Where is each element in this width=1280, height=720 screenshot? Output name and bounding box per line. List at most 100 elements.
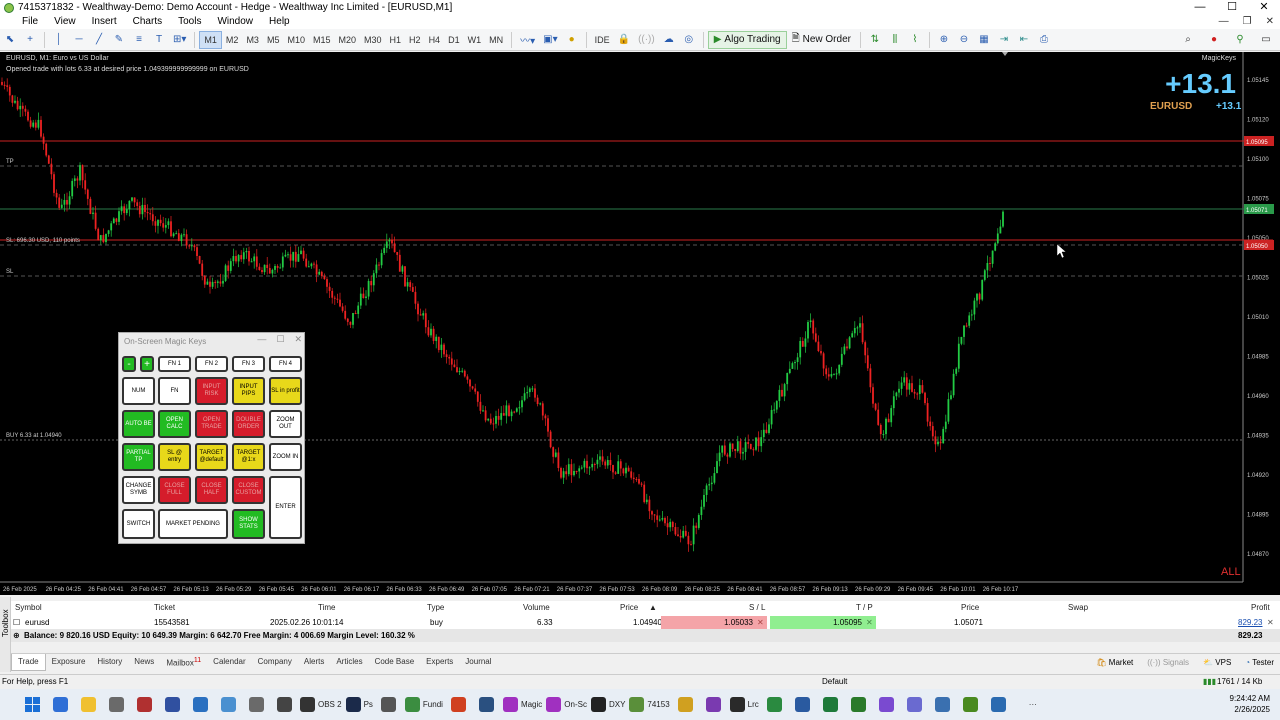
screenshot-icon[interactable]: ⎙ [1035,31,1053,49]
taskbar-app-13[interactable] [447,693,471,717]
taskbar-app-24[interactable] [819,693,843,717]
col-ticket[interactable]: Ticket [154,601,175,614]
key-auto-be[interactable]: AUTO BE [122,410,155,438]
maximize-button[interactable]: ☐ [1216,0,1248,15]
autoscroll-icon[interactable]: ⇥ [995,31,1013,49]
col-symbol[interactable]: Symbol [15,601,42,614]
tf-m1[interactable]: M1 [199,30,222,49]
menu-insert[interactable]: Insert [84,15,125,29]
tf-m30[interactable]: M30 [360,31,386,49]
lock-icon[interactable]: 🔒 [615,31,633,49]
key-open-calc[interactable]: OPEN CALC [158,410,191,438]
grid-icon[interactable]: ▦ [975,31,993,49]
col-price2[interactable]: Price [961,601,979,614]
tf-h4[interactable]: H4 [425,31,445,49]
depth-icon[interactable]: ⇅ [866,31,884,49]
magic-minimize-button[interactable]: — [257,334,266,345]
tab-exposure[interactable]: Exposure [46,654,92,670]
key-minus[interactable]: - [122,356,136,372]
start-button[interactable] [20,693,44,717]
taskbar-app-27[interactable] [903,693,927,717]
taskbar-app-6[interactable] [216,693,240,717]
taskbar-app-5[interactable] [188,693,212,717]
key-show-stats[interactable]: SHOW STATS [232,509,265,539]
tab-journal[interactable]: Journal [459,654,497,670]
col-profit[interactable]: Profit [1251,601,1270,614]
key-zoom-out[interactable]: ZOOM OUT [269,410,302,438]
taskbar-app-30[interactable] [987,693,1011,717]
tab-history[interactable]: History [91,654,128,670]
key-input-pips[interactable]: INPUT PIPS [232,377,265,405]
taskbar-app-25[interactable] [847,693,871,717]
magic-close-button[interactable]: ✕ [294,334,302,345]
key-market-pending[interactable]: MARKET PENDING [158,509,228,539]
toolbox-strip[interactable]: Toolbox [0,597,11,672]
tf-m10[interactable]: M10 [283,31,309,49]
key-plus[interactable]: + [140,356,154,372]
account-icon[interactable]: ⚲ [1231,31,1249,49]
taskbar-overflow-button[interactable]: ··· [1021,693,1045,717]
table-row[interactable]: ☐ eurusd 15543581 2025.02.26 10:01:14 bu… [11,616,1280,629]
taskbar-app-16[interactable]: On-Sc [546,693,587,717]
taskbar-app-17[interactable]: DXY [590,693,625,717]
notification-icon[interactable]: ● [1205,31,1223,49]
clock[interactable]: 9:24:42 AM 2/26/2025 [1230,693,1270,715]
draw-tools-icon[interactable]: ✎ [110,31,128,49]
tf-m20[interactable]: M20 [335,31,361,49]
key-close-half[interactable]: CLOSE HALF [195,476,228,504]
tf-w1[interactable]: W1 [464,31,486,49]
line-chart-icon[interactable]: ⌇ [906,31,924,49]
col-time[interactable]: Time [318,601,335,614]
trendline-icon[interactable]: ╱ [90,31,108,49]
horizontal-line-icon[interactable]: ─ [70,31,88,49]
key-fn3[interactable]: FN 3 [232,356,265,372]
key-double-order[interactable]: DOUBLE ORDER [232,410,265,438]
key-target-1x[interactable]: TARGET @1:x [232,443,265,471]
market-tab[interactable]: 🛍 Market [1096,658,1133,667]
magic-maximize-button[interactable]: ☐ [276,334,284,345]
all-label[interactable]: ALL [1221,566,1241,578]
tp-remove-icon[interactable]: ✕ [866,616,873,629]
zoom-out-icon[interactable]: ⊖ [955,31,973,49]
taskbar-app-15[interactable]: Magic [502,693,542,717]
tab-calendar[interactable]: Calendar [207,654,251,670]
close-position-icon[interactable]: ✕ [1267,616,1274,629]
mdi-restore-button[interactable]: ❐ [1243,15,1252,29]
crosshair-icon[interactable]: + [21,31,39,49]
menu-file[interactable]: File [0,15,46,29]
minimize-button[interactable]: — [1184,0,1216,15]
vertical-line-icon[interactable]: │ [50,31,68,49]
ide-button[interactable]: IDE [591,31,614,49]
cursor-icon[interactable]: ⬉ [1,31,19,49]
new-order-button[interactable]: 🗎 New Order [787,31,856,49]
search-icon[interactable]: ⌕ [1179,31,1197,49]
key-num[interactable]: NUM [122,377,155,405]
taskbar-app-10[interactable]: Ps [345,693,373,717]
coin-icon[interactable]: ● [563,31,581,49]
cloud-icon[interactable]: ☁ [660,31,678,49]
tf-h2[interactable]: H2 [405,31,425,49]
taskbar-app-1[interactable] [76,693,100,717]
signal-icon[interactable]: ((·)) [635,31,658,49]
col-swap[interactable]: Swap [1068,601,1088,614]
signals-tab[interactable]: ((·)) Signals [1147,658,1189,667]
tab-code-base[interactable]: Code Base [369,654,421,670]
col-price[interactable]: Price [620,601,638,614]
key-fn[interactable]: FN [158,377,191,405]
key-change-symb[interactable]: CHANGE SYMB [122,476,155,504]
col-tp[interactable]: T / P [856,601,873,614]
row-checkbox-icon[interactable]: ☐ [13,616,20,629]
key-fn4[interactable]: FN 4 [269,356,302,372]
chart-shift-icon[interactable]: ⇤ [1015,31,1033,49]
taskbar-app-3[interactable] [132,693,156,717]
zoom-in-icon[interactable]: ⊕ [935,31,953,49]
vps-tab[interactable]: ⛅ VPS [1203,658,1231,667]
taskbar-app-7[interactable] [244,693,268,717]
menu-window[interactable]: Window [209,15,261,29]
taskbar-app-9[interactable]: OBS 2 [300,693,342,717]
taskbar-app-2[interactable] [104,693,128,717]
key-sl-in-profit[interactable]: SL in profit [269,377,302,405]
candles-icon[interactable]: ⫼ [886,31,904,49]
tf-h1[interactable]: H1 [386,31,406,49]
key-input-risk[interactable]: INPUT RISK [195,377,228,405]
